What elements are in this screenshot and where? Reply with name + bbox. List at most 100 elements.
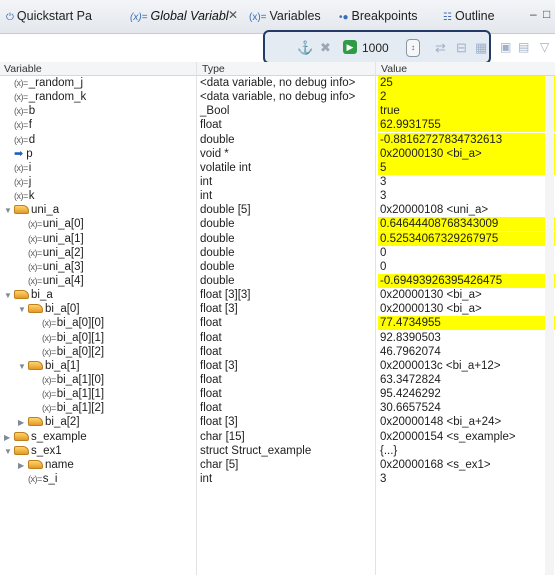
- variable-value-cell[interactable]: 3: [378, 472, 555, 486]
- variable-type-cell: char [5]: [200, 458, 239, 471]
- table-row[interactable]: ▼ bi_a[0] float [3] 0x20000130 <bi_a>: [0, 302, 555, 316]
- table-row[interactable]: (x)=bi_a[1][2] float 30.6657524: [0, 401, 555, 415]
- minimize-icon[interactable]: ‒: [530, 7, 537, 21]
- variable-type-cell: double: [200, 260, 235, 273]
- changed-value-cell[interactable]: 25: [378, 76, 555, 90]
- collapse-arrow-icon[interactable]: ▼: [4, 289, 14, 303]
- changed-value-cell[interactable]: 2: [378, 90, 555, 105]
- variable-value-cell[interactable]: 0x20000130 <bi_a>: [378, 302, 555, 316]
- variable-icon: (x)=: [42, 332, 56, 343]
- table-row[interactable]: (x)=uni_a[3] double 0: [0, 260, 555, 274]
- variable-value-cell[interactable]: 3: [378, 175, 555, 189]
- variable-name-cell: (x)=uni_a[2]: [28, 246, 84, 260]
- variable-value-cell[interactable]: 0x20000108 <uni_a>: [378, 203, 555, 217]
- refresh-rate-value[interactable]: 1000: [362, 41, 389, 55]
- expand-arrow-icon[interactable]: ▶: [4, 431, 14, 445]
- table-row[interactable]: (x)=s_i int 3: [0, 472, 555, 486]
- variable-value-cell[interactable]: 0: [378, 260, 555, 274]
- table-row[interactable]: ▼ bi_a float [3][3] 0x20000130 <bi_a>: [0, 288, 555, 302]
- remove-icon[interactable]: ✖: [320, 40, 331, 56]
- new-item-icon[interactable]: ▤: [518, 40, 529, 54]
- maximize-icon[interactable]: □: [543, 7, 550, 21]
- variable-value-cell[interactable]: 46.7962074: [378, 345, 555, 359]
- column-header-value[interactable]: Value: [381, 63, 407, 75]
- variable-name-cell: (x)=f: [14, 118, 32, 132]
- variable-value-cell[interactable]: 0x20000168 <s_ex1>: [378, 458, 555, 472]
- variable-value-cell[interactable]: 0x20000154 <s_example>: [378, 430, 555, 444]
- tab-outline[interactable]: ☷ Outline: [443, 9, 495, 23]
- table-row[interactable]: ▼ bi_a[1] float [3] 0x2000013c <bi_a+12>: [0, 359, 555, 373]
- variable-value-cell[interactable]: 63.3472824: [378, 373, 555, 387]
- close-tab-icon[interactable]: ✕: [228, 8, 238, 22]
- tab-quickstart[interactable]: ⏻ Quickstart Pa: [6, 9, 92, 23]
- table-header: Variable Type Value: [0, 62, 555, 76]
- refresh-rate-stepper[interactable]: ↕: [406, 39, 420, 57]
- changed-value-cell[interactable]: 0.64644408768343009: [378, 217, 555, 232]
- collapse-arrow-icon[interactable]: ▼: [4, 445, 14, 459]
- table-row[interactable]: (x)=bi_a[0][0] float 77.4734955: [0, 316, 555, 331]
- changed-value-cell[interactable]: -0.69493926395426475: [378, 273, 555, 288]
- expand-arrow-icon[interactable]: ▶: [18, 416, 28, 430]
- tab-variables[interactable]: (x)= Variables: [249, 9, 321, 23]
- changed-value-cell[interactable]: 0.52534067329267975: [378, 231, 555, 246]
- table-row[interactable]: (x)=k int 3: [0, 189, 555, 203]
- table-row[interactable]: (x)=_random_j <data variable, no debug in…: [0, 76, 555, 90]
- changed-value-cell[interactable]: 5: [378, 160, 555, 175]
- table-row[interactable]: (x)=uni_a[4] double -0.69493926395426475: [0, 273, 555, 288]
- variable-type-cell: int: [200, 175, 213, 188]
- table-row[interactable]: (x)=bi_a[1][0] float 63.3472824: [0, 373, 555, 387]
- column-header-type[interactable]: Type: [202, 63, 225, 75]
- variable-name-cell: (x)=uni_a[1]: [28, 232, 84, 246]
- table-row[interactable]: (x)=bi_a[0][1] float 92.8390503: [0, 331, 555, 345]
- table-row[interactable]: (x)=uni_a[1] double 0.52534067329267975: [0, 231, 555, 246]
- view-menu-icon[interactable]: ▽: [540, 40, 549, 54]
- changed-value-cell[interactable]: true: [378, 104, 555, 119]
- column-header-variable[interactable]: Variable: [4, 63, 42, 75]
- table-row[interactable]: (x)=b _Bool true: [0, 104, 555, 119]
- expand-arrow-icon[interactable]: ▶: [18, 459, 28, 473]
- expand-icon[interactable]: ⊟: [456, 40, 467, 56]
- variable-value-cell[interactable]: 95.4246292: [378, 387, 555, 401]
- table-row[interactable]: ▼ s_ex1 struct Struct_example {...}: [0, 444, 555, 458]
- changed-value-cell[interactable]: 62.9931755: [378, 118, 555, 133]
- variable-value-cell[interactable]: 3: [378, 189, 555, 203]
- table-row[interactable]: (x)=uni_a[2] double 0: [0, 246, 555, 260]
- table-row[interactable]: (x)=_random_k <data variable, no debug in…: [0, 90, 555, 105]
- table-row[interactable]: ➡ p void * 0x20000130 <bi_a>: [0, 146, 555, 161]
- table-row[interactable]: (x)=bi_a[1][1] float 95.4246292: [0, 387, 555, 401]
- changed-value-cell[interactable]: 0x20000130 <bi_a>: [378, 146, 555, 161]
- table-row[interactable]: (x)=j int 3: [0, 175, 555, 189]
- collapse-arrow-icon[interactable]: ▼: [4, 204, 14, 218]
- table-row[interactable]: (x)=d double -0.88162727834732613: [0, 132, 555, 147]
- tab-breakpoints[interactable]: •● Breakpoints: [339, 9, 418, 23]
- variable-value-cell[interactable]: 30.6657524: [378, 401, 555, 415]
- table-row[interactable]: (x)=uni_a[0] double 0.64644408768343009: [0, 217, 555, 232]
- variable-value-cell[interactable]: 92.8390503: [378, 331, 555, 345]
- table-row[interactable]: ▼ uni_a double [5] 0x20000108 <uni_a>: [0, 203, 555, 217]
- table-row[interactable]: ▶ bi_a[2] float [3] 0x20000148 <bi_a+24>: [0, 415, 555, 429]
- table-row[interactable]: ▶ s_example char [15] 0x20000154 <s_example…: [0, 430, 555, 444]
- variable-value-cell[interactable]: 0: [378, 246, 555, 260]
- variable-value-cell[interactable]: 0x20000148 <bi_a+24>: [378, 415, 555, 429]
- variable-name: uni_a[1]: [42, 232, 84, 245]
- changed-value-cell[interactable]: 77.4734955: [378, 316, 555, 331]
- collapse-arrow-icon[interactable]: ▼: [18, 303, 28, 317]
- collapse-icon[interactable]: ⇄: [435, 40, 446, 56]
- variable-value-cell[interactable]: 0x20000130 <bi_a>: [378, 288, 555, 302]
- table-row[interactable]: (x)=bi_a[0][2] float 46.7962074: [0, 345, 555, 359]
- changed-value-cell[interactable]: -0.88162727834732613: [378, 132, 555, 147]
- table-row[interactable]: (x)=i volatile int 5: [0, 160, 555, 175]
- new-folder-icon[interactable]: ▣: [500, 40, 511, 54]
- tab-global-variables[interactable]: (x)= Global Variabl: [130, 9, 229, 23]
- variable-value-cell[interactable]: 0x2000013c <bi_a+12>: [378, 359, 555, 373]
- variable-type-cell: <data variable, no debug info>: [200, 91, 356, 104]
- variable-type-cell: float: [200, 317, 222, 330]
- refresh-variables-icon[interactable]: ⚓: [297, 40, 313, 56]
- play-icon[interactable]: ▶: [343, 40, 357, 54]
- table-row[interactable]: (x)=f float 62.9931755: [0, 118, 555, 133]
- scrollbar[interactable]: [545, 76, 554, 575]
- layout-icon[interactable]: ▦: [475, 40, 487, 56]
- collapse-arrow-icon[interactable]: ▼: [18, 360, 28, 374]
- variable-value-cell[interactable]: {...}: [378, 444, 555, 458]
- table-row[interactable]: ▶ name char [5] 0x20000168 <s_ex1>: [0, 458, 555, 472]
